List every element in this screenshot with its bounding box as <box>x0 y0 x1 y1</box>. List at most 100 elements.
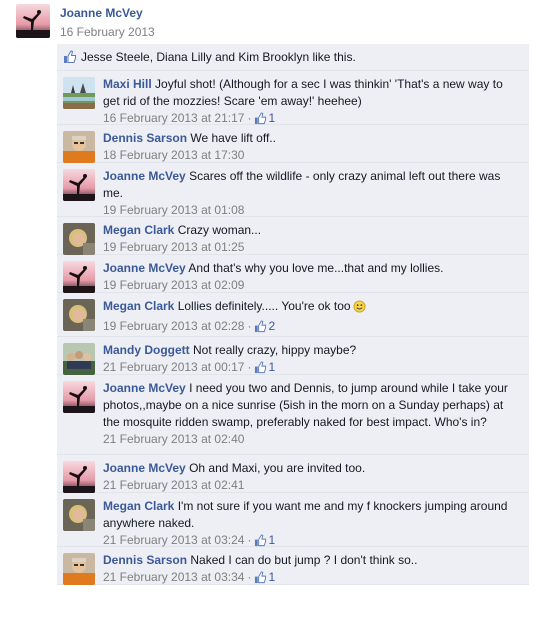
comment-item: Dennis Sarson Naked I can do but jump ? … <box>57 547 529 585</box>
comment-text-line: Dennis Sarson We have lift off.. <box>103 130 519 147</box>
meta-separator: · <box>247 319 252 333</box>
comment-meta: 19 February 2013 at 02:09 <box>103 277 519 294</box>
comment-text: Oh and Maxi, you are invited too. <box>189 461 366 475</box>
comment-text-line: Maxi Hill Joyful shot! (Although for a s… <box>103 76 519 110</box>
comment-author-link[interactable]: Megan Clark <box>103 299 174 313</box>
post-author-link[interactable]: Joanne McVey <box>60 6 143 20</box>
comment-body: Joanne McVey Oh and Maxi, you are invite… <box>103 460 519 494</box>
avatar[interactable] <box>63 261 95 293</box>
avatar[interactable] <box>63 343 95 375</box>
thumbs-up-icon <box>254 320 268 333</box>
comment-text-line: Mandy Doggett Not really crazy, hippy ma… <box>103 342 519 359</box>
comment-text-line: Megan Clark Crazy woman... <box>103 222 519 239</box>
avatar[interactable] <box>63 223 95 255</box>
comment-item: Joanne McVey I need you two and Dennis, … <box>57 375 529 455</box>
comment-text: And that's why you love me...that and my… <box>188 261 444 275</box>
comment-author-link[interactable]: Megan Clark <box>103 499 174 513</box>
comments-panel: Jesse Steele, Diana Lilly and Kim Brookl… <box>57 44 529 585</box>
comment-item: Joanne McVey Scares off the wildlife - o… <box>57 163 529 217</box>
comment-item: Megan Clark I'm not sure if you want me … <box>57 493 529 547</box>
comment-timestamp[interactable]: 19 February 2013 at 02:28 <box>103 318 244 335</box>
comment-text-line: Megan Clark I'm not sure if you want me … <box>103 498 519 532</box>
comment-text-line: Dennis Sarson Naked I can do but jump ? … <box>103 552 519 569</box>
comment-text: We have lift off.. <box>190 131 276 145</box>
comment-author-link[interactable]: Dennis Sarson <box>103 131 187 145</box>
comment-body: Megan Clark Crazy woman... 19 February 20… <box>103 222 519 256</box>
comment-text-line: Joanne McVey And that's why you love me.… <box>103 260 519 277</box>
comment-meta: 21 February 2013 at 03:34 · 1 <box>103 569 519 586</box>
comment-author-link[interactable]: Joanne McVey <box>103 169 186 183</box>
comment-text-line: Megan Clark Lollies definitely..... You'… <box>103 298 519 318</box>
comment-body: Mandy Doggett Not really crazy, hippy ma… <box>103 342 519 376</box>
avatar[interactable] <box>63 553 95 585</box>
comment-author-link[interactable]: Joanne McVey <box>103 381 186 395</box>
comment-timestamp[interactable]: 21 February 2013 at 00:17 <box>103 359 244 376</box>
comment-timestamp[interactable]: 19 February 2013 at 01:25 <box>103 239 244 256</box>
comment-like-count[interactable]: 1 <box>254 359 275 376</box>
thumbs-up-icon <box>254 112 268 125</box>
avatar[interactable] <box>63 499 95 531</box>
avatar[interactable] <box>63 131 95 163</box>
comment-body: Megan Clark Lollies definitely..... You'… <box>103 298 519 335</box>
comment-body: Joanne McVey Scares off the wildlife - o… <box>103 168 519 219</box>
comment-body: Megan Clark I'm not sure if you want me … <box>103 498 519 549</box>
like-count-number: 1 <box>268 570 276 584</box>
comment-timestamp[interactable]: 21 February 2013 at 03:34 <box>103 569 244 586</box>
comment-item: Maxi Hill Joyful shot! (Although for a s… <box>57 71 529 125</box>
comment-timestamp[interactable]: 21 February 2013 at 02:41 <box>103 477 244 494</box>
avatar[interactable] <box>16 4 50 38</box>
comment-item: Megan Clark Lollies definitely..... You'… <box>57 293 529 337</box>
comment-timestamp[interactable]: 18 February 2013 at 17:30 <box>103 147 244 164</box>
comment-body: Dennis Sarson We have lift off.. 18 Febru… <box>103 130 519 164</box>
meta-separator: · <box>247 570 252 584</box>
comment-meta: 19 February 2013 at 01:25 <box>103 239 519 256</box>
comment-text: Naked I can do but jump ? I don't think … <box>190 553 418 567</box>
post-header: Joanne McVey 16 February 2013 <box>16 4 546 44</box>
thumbs-up-icon <box>63 50 77 64</box>
comment-meta: 21 February 2013 at 02:41 <box>103 477 519 494</box>
comment-like-count[interactable]: 2 <box>254 318 275 335</box>
comment-item: Mandy Doggett Not really crazy, hippy ma… <box>57 337 529 375</box>
comment-list: Maxi Hill Joyful shot! (Although for a s… <box>57 71 529 585</box>
comment-item: Joanne McVey Oh and Maxi, you are invite… <box>57 455 529 493</box>
avatar[interactable] <box>63 381 95 413</box>
comment-author-link[interactable]: Maxi Hill <box>103 77 152 91</box>
comment-text: Lollies definitely..... You're ok too <box>177 299 351 313</box>
comment-author-link[interactable]: Joanne McVey <box>103 261 186 275</box>
comment-like-count[interactable]: 1 <box>254 569 275 586</box>
likes-text[interactable]: Jesse Steele, Diana Lilly and Kim Brookl… <box>81 50 356 64</box>
comment-author-link[interactable]: Megan Clark <box>103 223 174 237</box>
comment-meta: 19 February 2013 at 02:28 · 2 <box>103 318 519 335</box>
avatar[interactable] <box>63 299 95 331</box>
comment-author-link[interactable]: Dennis Sarson <box>103 553 187 567</box>
thumbs-up-icon <box>254 361 268 374</box>
comment-author-link[interactable]: Mandy Doggett <box>103 343 190 357</box>
comment-author-link[interactable]: Joanne McVey <box>103 461 186 475</box>
like-count-number: 2 <box>268 319 276 333</box>
comment-meta: 18 February 2013 at 17:30 <box>103 147 519 164</box>
post-date[interactable]: 16 February 2013 <box>60 25 155 39</box>
like-count-number: 1 <box>268 360 276 374</box>
smiley-emoticon-icon <box>353 300 366 318</box>
comment-text-line: Joanne McVey Oh and Maxi, you are invite… <box>103 460 519 477</box>
comment-body: Joanne McVey I need you two and Dennis, … <box>103 380 519 448</box>
thumbs-up-icon <box>254 534 268 547</box>
thumbs-up-icon <box>254 571 268 584</box>
comment-timestamp[interactable]: 21 February 2013 at 02:40 <box>103 431 244 448</box>
comment-body: Dennis Sarson Naked I can do but jump ? … <box>103 552 519 586</box>
comment-text: Crazy woman... <box>177 223 262 237</box>
comment-meta: 21 February 2013 at 02:40 <box>103 431 519 448</box>
comment-item: Joanne McVey And that's why you love me.… <box>57 255 529 293</box>
comment-body: Maxi Hill Joyful shot! (Although for a s… <box>103 76 519 127</box>
avatar[interactable] <box>63 77 95 109</box>
meta-separator: · <box>247 360 252 374</box>
avatar[interactable] <box>63 169 95 201</box>
likes-row: Jesse Steele, Diana Lilly and Kim Brookl… <box>57 44 529 71</box>
comment-text: Joyful shot! (Although for a sec I was t… <box>103 77 503 108</box>
comment-item: Dennis Sarson We have lift off.. 18 Febru… <box>57 125 529 163</box>
comment-item: Megan Clark Crazy woman... 19 February 20… <box>57 217 529 255</box>
comment-body: Joanne McVey And that's why you love me.… <box>103 260 519 294</box>
comment-text: Not really crazy, hippy maybe? <box>193 343 357 357</box>
comment-timestamp[interactable]: 19 February 2013 at 02:09 <box>103 277 244 294</box>
avatar[interactable] <box>63 461 95 493</box>
